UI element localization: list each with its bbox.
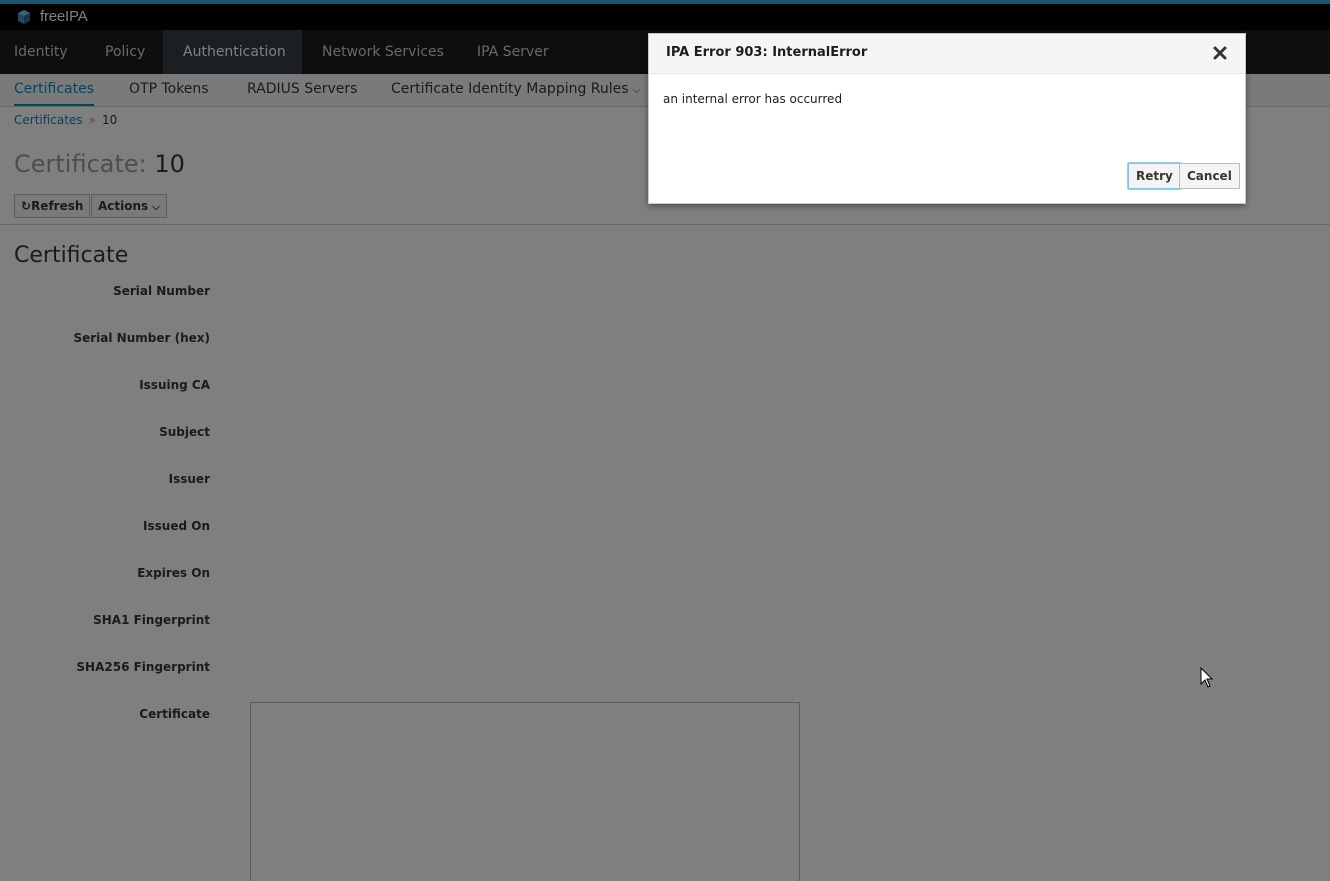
dialog-message: an internal error has occurred [663,92,843,106]
retry-button[interactable]: Retry [1128,163,1181,189]
dialog-header: IPA Error 903: InternalError [649,34,1245,74]
dialog-title: IPA Error 903: InternalError [666,45,868,60]
page: freeIPA Identity Policy Authentication N… [0,0,1330,881]
mouse-cursor-icon [1200,667,1214,688]
cancel-button[interactable]: Cancel [1179,163,1240,189]
close-icon[interactable] [1211,44,1229,62]
error-dialog: IPA Error 903: InternalError an internal… [648,33,1246,204]
